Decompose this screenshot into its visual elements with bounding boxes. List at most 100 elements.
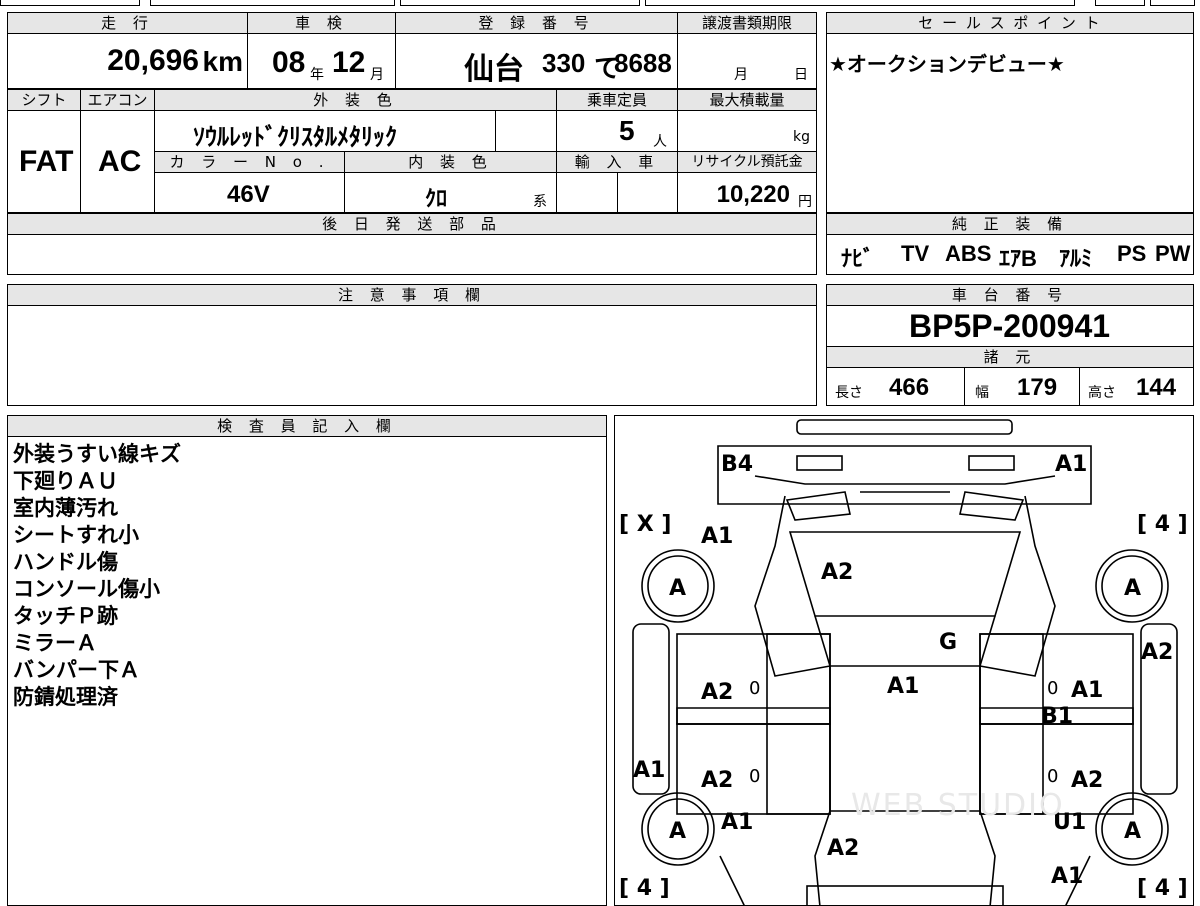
inspector-line: 防錆処理済	[13, 685, 118, 709]
damage-label: A1	[1051, 864, 1084, 889]
exterior-value: ｿｳﾙﾚｯﾄﾞｸﾘｽﾀﾙﾒﾀﾘｯｸ	[193, 124, 397, 151]
dims-header: 諸 元	[826, 346, 1194, 368]
inspection-year: 08	[272, 46, 306, 79]
chassis-number: BP5P-200941	[909, 308, 1111, 344]
inspector-line: タッチＰ跡	[13, 604, 118, 628]
interior-value: ｸﾛ	[425, 186, 448, 211]
width-label: 幅	[975, 385, 989, 401]
tire-left-top: [ X ]	[619, 512, 672, 537]
height-value: 144	[1136, 374, 1177, 401]
maxload-unit: kg	[793, 129, 810, 145]
plate-header: 登 録 番 号	[395, 12, 678, 34]
inspection-cell: 08 年 12 月	[247, 33, 396, 89]
top-strip-1	[0, 0, 140, 6]
tire-left-bottom: [ 4 ]	[619, 876, 670, 901]
notes-header: 注 意 事 項 欄	[7, 284, 817, 306]
inspector-line: ハンドル傷	[13, 550, 118, 574]
inspection-header: 車 検	[247, 12, 396, 34]
exterior-extra-cell	[495, 110, 557, 152]
ac-header: エアコン	[80, 89, 155, 111]
chassis-cell: BP5P-200941	[826, 305, 1194, 347]
top-strip-3	[400, 0, 640, 6]
chassis-header: 車 台 番 号	[826, 284, 1194, 306]
sales-point-text: ★オークションデビュー★	[829, 52, 1065, 76]
month-unit: 月	[370, 67, 384, 83]
length-label: 長さ	[835, 385, 863, 401]
plate-number: 8688	[614, 48, 672, 78]
equip-alumi: ｱﾙﾐ	[1059, 246, 1093, 271]
inspector-line: 室内薄汚れ	[13, 496, 118, 520]
damage-label: A2	[701, 680, 734, 705]
color-no-value: 46V	[227, 181, 270, 208]
sales-header: セ ー ル ス ポ イ ン ト	[826, 12, 1194, 34]
interior-cell: ｸﾛ 系	[344, 172, 557, 213]
damage-label: A2	[821, 560, 854, 585]
watermark: WEB STUDIO	[851, 788, 1065, 823]
capacity-cell: 5 人	[556, 110, 678, 152]
equipment-header: 純 正 装 備	[826, 213, 1194, 235]
import-cell-a	[556, 172, 618, 213]
transfer-cell: 月 日	[677, 33, 817, 89]
length-cell: 長さ 466	[826, 367, 965, 406]
damage-label: G	[939, 630, 958, 655]
damage-label: B1	[1041, 704, 1074, 729]
equip-airbag: ｴｱB	[999, 246, 1037, 271]
inspector-line: コンソール傷小	[13, 577, 160, 601]
ac-cell: AC	[80, 110, 155, 213]
height-label: 高さ	[1088, 385, 1116, 401]
ac-value: AC	[98, 145, 142, 178]
shift-cell: FAT	[7, 110, 81, 213]
interior-header: 内 装 色	[344, 151, 557, 173]
damage-label: 0	[1047, 678, 1059, 699]
shift-value: FAT	[19, 145, 74, 178]
exterior-cell: ｿｳﾙﾚｯﾄﾞｸﾘｽﾀﾙﾒﾀﾘｯｸ	[154, 110, 496, 152]
inspector-line: ミラーＡ	[13, 631, 97, 655]
equipment-cell: ﾅﾋﾞ TV ABS ｴｱB ｱﾙﾐ PS PW	[826, 234, 1194, 275]
year-unit: 年	[310, 67, 324, 83]
notes-cell	[7, 305, 817, 406]
damage-label: A2	[1071, 768, 1104, 793]
color-no-header: カ ラ ー N o .	[154, 151, 345, 173]
recycle-unit: 円	[798, 194, 812, 210]
exterior-header: 外 装 色	[154, 89, 557, 111]
damage-diagram: B4 A1 A1 A2 A A G A2 A1 A2 0 A1 0 B1 A1 …	[614, 415, 1194, 906]
equip-tv: TV	[901, 241, 930, 266]
inspector-line: 下廻りＡＵ	[13, 469, 118, 493]
import-cell-b	[617, 172, 678, 213]
recycle-cell: 10,220 円	[677, 172, 817, 213]
interior-suffix: 系	[533, 194, 547, 210]
tire-right-top: [ 4 ]	[1137, 512, 1188, 537]
recycle-value: 10,220	[716, 181, 790, 208]
later-parts-header: 後 日 発 送 部 品	[7, 213, 817, 235]
mileage-cell: 20,696 km	[7, 33, 248, 89]
transfer-day: 日	[794, 67, 808, 83]
inspector-cell: 外装うすい線キズ 下廻りＡＵ 室内薄汚れ シートすれ小 ハンドル傷 コンソール傷…	[7, 436, 607, 906]
sales-cell: ★オークションデビュー★	[826, 33, 1194, 213]
inspector-line: バンパー下Ａ	[13, 658, 141, 682]
recycle-header: リサイクル預託金	[677, 151, 817, 173]
capacity-unit: 人	[653, 134, 667, 150]
top-strip-4	[645, 0, 1075, 6]
damage-label: A2	[701, 768, 734, 793]
top-strip-6	[1150, 0, 1195, 6]
damage-label: A1	[721, 810, 754, 835]
mileage-header: 走 行	[7, 12, 248, 34]
damage-label: A	[669, 819, 687, 844]
tire-right-bottom: [ 4 ]	[1137, 876, 1188, 901]
mileage-unit: km	[202, 46, 243, 77]
damage-label: 0	[749, 766, 761, 787]
damage-label: 0	[1047, 766, 1059, 787]
later-parts-cell	[7, 234, 817, 275]
inspector-header: 検 査 員 記 入 欄	[7, 415, 607, 437]
damage-label: A1	[701, 524, 734, 549]
damage-label: A	[1124, 819, 1142, 844]
import-header: 輸 入 車	[556, 151, 678, 173]
equip-ps: PS	[1117, 241, 1147, 266]
length-value: 466	[889, 374, 930, 401]
damage-label: B4	[721, 452, 754, 477]
shift-header: シフト	[7, 89, 81, 111]
inspection-month: 12	[332, 46, 366, 79]
transfer-header: 譲渡書類期限	[677, 12, 817, 34]
top-strip-2	[150, 0, 395, 6]
damage-label: A1	[633, 758, 666, 783]
